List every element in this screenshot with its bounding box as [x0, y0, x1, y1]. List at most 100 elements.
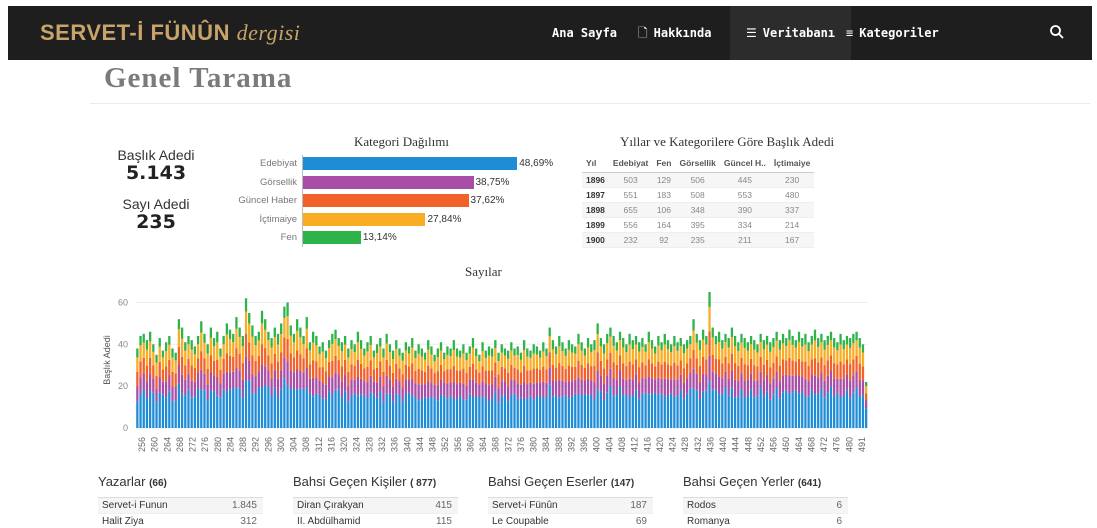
stacked-bar-segment[interactable] [382, 348, 385, 358]
stacked-bar-segment[interactable] [267, 370, 270, 387]
stacked-bar-segment[interactable] [190, 380, 193, 398]
stacked-bar-segment[interactable] [206, 384, 209, 401]
stacked-bar-segment[interactable] [647, 342, 650, 360]
stacked-bar-segment[interactable] [826, 344, 829, 361]
stacked-bar-segment[interactable] [340, 397, 344, 428]
stacked-bar-segment[interactable] [359, 378, 363, 395]
stacked-bar-segment[interactable] [484, 357, 487, 371]
stacked-bar-segment[interactable] [292, 372, 296, 389]
stacked-bar-segment[interactable] [807, 342, 810, 352]
stacked-bar-segment[interactable] [200, 321, 203, 333]
stacked-bar-segment[interactable] [427, 381, 430, 399]
stacked-bar-segment[interactable] [717, 342, 721, 360]
stacked-bar-segment[interactable] [471, 379, 475, 397]
stacked-bar-segment[interactable] [554, 381, 558, 396]
stacked-bar-segment[interactable] [312, 342, 315, 361]
stacked-bar-segment[interactable] [379, 392, 382, 428]
stacked-bar-segment[interactable] [171, 371, 174, 387]
stacked-bar-segment[interactable] [152, 344, 155, 352]
stacked-bar-segment[interactable] [762, 364, 766, 381]
stacked-bar-segment[interactable] [529, 357, 532, 371]
stacked-bar-segment[interactable] [765, 391, 769, 428]
stacked-bar-segment[interactable] [618, 331, 622, 341]
stacked-bar-segment[interactable] [657, 361, 660, 378]
stacked-bar-segment[interactable] [810, 374, 813, 391]
stacked-bar-segment[interactable] [439, 350, 443, 365]
stacked-bar-segment[interactable] [817, 377, 820, 394]
stacked-bar-segment[interactable] [196, 358, 200, 373]
stacked-bar-segment[interactable] [471, 347, 475, 364]
stacked-bar-segment[interactable] [417, 353, 420, 369]
stacked-bar-segment[interactable] [391, 401, 395, 428]
stacked-bar-segment[interactable] [676, 342, 679, 351]
stacked-bar-segment[interactable] [769, 399, 772, 428]
stacked-bar-segment[interactable] [244, 298, 248, 312]
stacked-bar-segment[interactable] [634, 335, 638, 345]
stacked-bar-segment[interactable] [797, 331, 801, 342]
stacked-bar-segment[interactable] [462, 368, 465, 384]
stacked-bar-segment[interactable] [839, 378, 842, 397]
stacked-bar-segment[interactable] [551, 340, 555, 350]
stacked-bar-segment[interactable] [638, 398, 641, 428]
stacked-bar-segment[interactable] [861, 352, 865, 367]
stacked-bar-segment[interactable] [292, 342, 296, 358]
stacked-bar-segment[interactable] [810, 335, 813, 345]
stacked-bar-segment[interactable] [526, 348, 529, 357]
stacked-bar-segment[interactable] [503, 368, 507, 382]
stacked-bar-segment[interactable] [171, 401, 174, 428]
stacked-bar-segment[interactable] [797, 341, 801, 359]
stacked-bar-segment[interactable] [781, 375, 785, 393]
stacked-bar-segment[interactable] [545, 369, 548, 383]
stacked-bar-segment[interactable] [161, 394, 165, 428]
stacked-bar-segment[interactable] [478, 396, 481, 428]
stacked-bar-segment[interactable] [254, 393, 257, 428]
stacked-bar-segment[interactable] [491, 348, 494, 357]
stacked-bar-segment[interactable] [849, 364, 852, 381]
stacked-bar-segment[interactable] [794, 347, 797, 362]
stacked-bar-segment[interactable] [558, 346, 561, 364]
stacked-bar-segment[interactable] [756, 395, 759, 428]
stacked-bar-segment[interactable] [570, 352, 574, 367]
stacked-bar-segment[interactable] [222, 358, 225, 374]
stacked-bar-segment[interactable] [599, 346, 602, 361]
stacked-bar-segment[interactable] [650, 363, 654, 379]
stacked-bar-segment[interactable] [145, 365, 149, 382]
stacked-bar-segment[interactable] [759, 371, 762, 388]
stacked-bar-segment[interactable] [443, 359, 446, 372]
stacked-bar-segment[interactable] [465, 385, 468, 400]
stacked-bar-segment[interactable] [820, 372, 823, 389]
stacked-bar-segment[interactable] [826, 335, 829, 345]
stacked-bar-segment[interactable] [516, 354, 519, 370]
stacked-bar-segment[interactable] [312, 360, 315, 378]
stacked-bar-segment[interactable] [765, 375, 769, 392]
stacked-bar-segment[interactable] [545, 348, 548, 357]
stacked-bar-segment[interactable] [158, 361, 161, 377]
stacked-bar-segment[interactable] [542, 397, 545, 428]
stacked-bar-segment[interactable] [385, 375, 388, 394]
stacked-bar-segment[interactable] [522, 382, 526, 400]
stacked-bar-segment[interactable] [858, 379, 861, 397]
stacked-bar-segment[interactable] [177, 319, 181, 330]
stacked-bar-segment[interactable] [353, 379, 356, 394]
stacked-bar-segment[interactable] [753, 349, 756, 366]
stacked-bar-segment[interactable] [184, 342, 187, 351]
stacked-bar-segment[interactable] [232, 387, 235, 428]
stacked-bar-segment[interactable] [618, 355, 622, 371]
stacked-bar-segment[interactable] [337, 389, 340, 428]
stacked-bar-segment[interactable] [168, 391, 171, 428]
stacked-bar-segment[interactable] [855, 371, 858, 388]
stacked-bar-segment[interactable] [567, 349, 571, 366]
stacked-bar-segment[interactable] [561, 342, 564, 352]
stacked-bar-segment[interactable] [315, 345, 318, 362]
stacked-bar-segment[interactable] [842, 349, 845, 365]
stacked-bar-segment[interactable] [203, 342, 206, 359]
stacked-bar-segment[interactable] [148, 331, 152, 342]
stacked-bar-segment[interactable] [781, 359, 785, 376]
stacked-bar-segment[interactable] [308, 342, 312, 351]
stacked-bar-segment[interactable] [398, 394, 401, 428]
stacked-bar-segment[interactable] [238, 370, 241, 388]
stacked-bar-segment[interactable] [184, 365, 187, 380]
stacked-bar-segment[interactable] [257, 331, 260, 341]
stacked-bar-segment[interactable] [756, 344, 759, 353]
stacked-bar-segment[interactable] [845, 359, 849, 375]
